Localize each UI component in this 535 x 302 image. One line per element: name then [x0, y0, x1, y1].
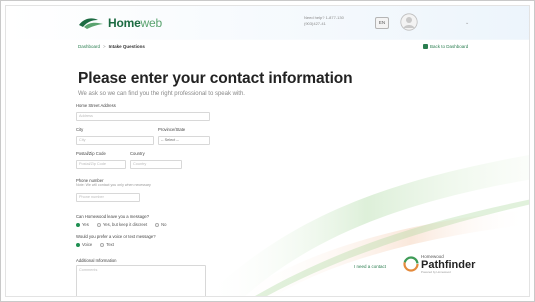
back-to-dashboard-link[interactable]: Back to Dashboard [423, 44, 468, 49]
breadcrumb: Dashboard > Intake Questions [78, 44, 145, 49]
radio-text-dot [100, 242, 105, 247]
brand-main: Home [108, 16, 141, 30]
contact-method-options: Voice Text [76, 242, 114, 247]
breadcrumb-separator: > [103, 44, 106, 49]
additional-info-label: Additional Information [76, 258, 117, 263]
contact-method-question: Would you prefer a voice or text message… [76, 234, 156, 239]
contact-info: Need help? 1-877-130 (903)427-41 [304, 15, 344, 27]
page-title: Please enter your contact information [78, 70, 353, 87]
province-select[interactable]: -- Select -- [158, 136, 210, 145]
radio-yes-label: Yes [82, 222, 89, 227]
breadcrumb-dashboard[interactable]: Dashboard [78, 44, 100, 49]
street-input[interactable]: Address [76, 112, 210, 121]
page-subtitle: We ask so we can find you the right prof… [78, 91, 245, 97]
page-viewport: Homeweb Need help? 1-877-130 (903)427-41… [5, 5, 530, 297]
pathfinder-ring-icon [403, 256, 419, 272]
top-header: Homeweb Need help? 1-877-130 (903)427-41… [6, 6, 529, 40]
city-label: City [76, 127, 84, 132]
radio-text-label: Text [106, 242, 114, 247]
radio-no-dot [155, 222, 160, 227]
pathfinder-main: Pathfinder [421, 258, 476, 271]
phone-input[interactable]: Phone number [76, 193, 140, 202]
brand-logo[interactable]: Homeweb [78, 16, 162, 30]
pathfinder-text: Homewood Pathfinder Powered by Homewood [421, 254, 476, 274]
radio-yes-discreet[interactable]: Yes, but keep it discreet [96, 222, 148, 227]
breadcrumb-current: Intake Questions [108, 44, 145, 49]
radio-text[interactable]: Text [100, 242, 114, 247]
back-arrow-icon [423, 44, 428, 49]
street-label: Home Street Address [76, 103, 116, 108]
radio-voice[interactable]: Voice [76, 242, 92, 247]
brand-name: Homeweb [108, 16, 162, 30]
contact-line-2: (903)427-41 [304, 21, 326, 26]
contact-link[interactable]: I need a contact [354, 264, 386, 269]
radio-voice-label: Voice [82, 242, 93, 247]
radio-no-label: No [161, 222, 167, 227]
city-input[interactable]: City [76, 136, 154, 145]
radio-yes-dot [76, 222, 80, 227]
message-question: Can Homewood leave you a message? [76, 214, 150, 219]
additional-info-textarea[interactable]: Comments [76, 265, 206, 296]
browser-frame: Homeweb Need help? 1-877-130 (903)427-41… [0, 0, 535, 302]
radio-yes-discreet-dot [96, 222, 101, 227]
radio-yes[interactable]: Yes [76, 222, 89, 227]
avatar-icon[interactable] [400, 13, 418, 31]
message-options: Yes Yes, but keep it discreet No [76, 222, 167, 227]
postal-label: Postal/Zip Code [76, 151, 106, 156]
back-link-label: Back to Dashboard [430, 44, 469, 49]
country-input[interactable]: Country [130, 160, 182, 169]
main-content: Please enter your contact information We… [78, 70, 353, 97]
pathfinder-logo: Homewood Pathfinder Powered by Homewood [403, 254, 476, 274]
radio-no[interactable]: No [155, 222, 167, 227]
logo-icon [79, 18, 103, 29]
province-label: Province/State [158, 127, 186, 132]
country-label: Country [130, 151, 145, 156]
language-button[interactable]: EN [375, 17, 389, 29]
postal-input[interactable]: Postal/Zip Code [76, 160, 126, 169]
pathfinder-sub: Powered by Homewood [421, 269, 451, 274]
brand-accent: web [140, 16, 163, 30]
chevron-down-icon[interactable]: ⌄ [465, 20, 469, 26]
phone-hint: Note: We will contact you only when nece… [76, 183, 151, 187]
radio-voice-dot [76, 242, 80, 247]
radio-yes-discreet-label: Yes, but keep it discreet [102, 222, 148, 227]
